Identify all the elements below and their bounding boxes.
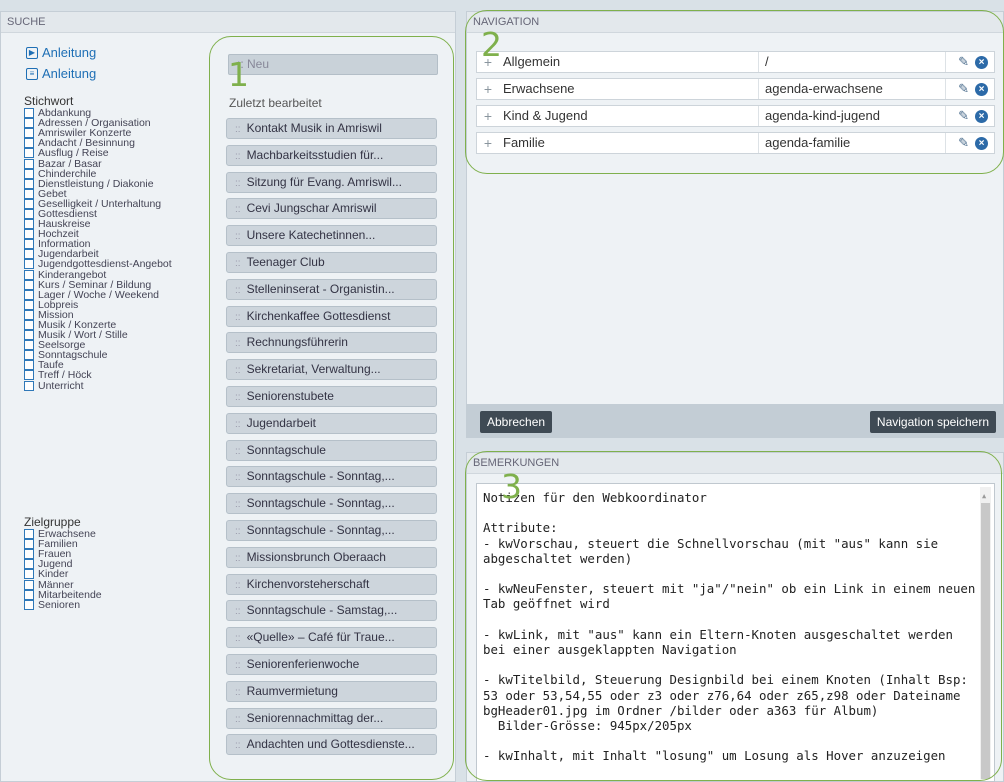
checkbox[interactable] xyxy=(24,289,34,300)
checkbox[interactable] xyxy=(24,239,34,250)
checkbox[interactable] xyxy=(24,168,34,179)
checkbox[interactable] xyxy=(24,559,34,570)
annotation-circle-2 xyxy=(465,10,1004,174)
search-panel-header: SUCHE xyxy=(1,12,455,33)
stichwort-title: Stichwort xyxy=(24,94,74,108)
zielgruppe-checkbox-item[interactable]: Senioren xyxy=(24,598,102,611)
checkbox[interactable] xyxy=(24,249,34,260)
zielgruppe-label: Senioren xyxy=(38,598,81,611)
checkbox[interactable] xyxy=(24,569,34,580)
stichwort-checkbox-item[interactable]: Jugendgottesdienst-Angebot xyxy=(24,258,172,271)
stichwort-list: Abdankung Adressen / Organisation Amriswil… xyxy=(24,108,172,391)
save-navigation-button[interactable]: Navigation speichern xyxy=(869,411,996,433)
stichwort-checkbox-item[interactable]: Unterricht xyxy=(24,379,172,392)
checkbox[interactable] xyxy=(24,539,34,550)
checkbox[interactable] xyxy=(24,208,34,219)
cancel-button[interactable]: Abbrechen xyxy=(480,411,553,433)
checkbox[interactable] xyxy=(24,219,34,230)
anleitung-label: Anleitung xyxy=(42,45,97,60)
checkbox[interactable] xyxy=(24,188,34,199)
checkbox[interactable] xyxy=(24,158,34,169)
checkbox[interactable] xyxy=(24,108,34,119)
stichwort-label: Treff / Höck xyxy=(38,369,92,382)
play-icon: ▶ xyxy=(26,46,38,59)
checkbox[interactable] xyxy=(24,350,34,361)
checkbox[interactable] xyxy=(24,579,34,590)
checkbox[interactable] xyxy=(24,178,34,189)
zielgruppe-checkbox-item[interactable]: Kinder xyxy=(24,568,102,581)
anleitung-label: Anleitung xyxy=(42,66,97,81)
checkbox[interactable] xyxy=(24,148,34,159)
checkbox[interactable] xyxy=(24,380,34,391)
zielgruppe-list: Erwachsene Familien Frauen Jugend Kinder Männ… xyxy=(24,529,102,610)
anleitung-video-link[interactable]: ▶ Anleitung xyxy=(26,45,96,60)
zielgruppe-label: Kinder xyxy=(38,568,69,581)
document-icon: ≡ xyxy=(26,67,38,80)
stichwort-label: Unterricht xyxy=(38,379,84,392)
zielgruppe-title: Zielgruppe xyxy=(24,515,81,529)
checkbox[interactable] xyxy=(24,259,34,270)
checkbox[interactable] xyxy=(24,330,34,341)
annotation-number-1: 1 xyxy=(228,55,249,94)
checkbox[interactable] xyxy=(24,128,34,139)
checkbox[interactable] xyxy=(24,529,34,540)
checkbox[interactable] xyxy=(24,599,34,610)
checkbox[interactable] xyxy=(24,229,34,240)
checkbox[interactable] xyxy=(24,589,34,600)
checkbox[interactable] xyxy=(24,549,34,560)
checkbox[interactable] xyxy=(24,279,34,290)
stichwort-checkbox-item[interactable]: Ausflug / Reise xyxy=(24,147,172,160)
annotation-circle-3 xyxy=(465,451,1002,781)
annotation-circle-1 xyxy=(209,36,454,780)
checkbox[interactable] xyxy=(24,138,34,149)
annotation-number-2: 2 xyxy=(481,25,502,64)
checkbox[interactable] xyxy=(24,198,34,209)
checkbox[interactable] xyxy=(24,269,34,280)
checkbox[interactable] xyxy=(24,299,34,310)
stichwort-label: Jugendgottesdienst-Angebot xyxy=(38,258,172,271)
checkbox[interactable] xyxy=(24,360,34,371)
anleitung-pdf-link[interactable]: ≡ Anleitung xyxy=(26,66,96,81)
annotation-number-3: 3 xyxy=(501,467,522,506)
checkbox[interactable] xyxy=(24,340,34,351)
checkbox[interactable] xyxy=(24,320,34,331)
checkbox[interactable] xyxy=(24,118,34,129)
checkbox[interactable] xyxy=(24,370,34,381)
checkbox[interactable] xyxy=(24,309,34,320)
stichwort-label: Ausflug / Reise xyxy=(38,147,109,160)
